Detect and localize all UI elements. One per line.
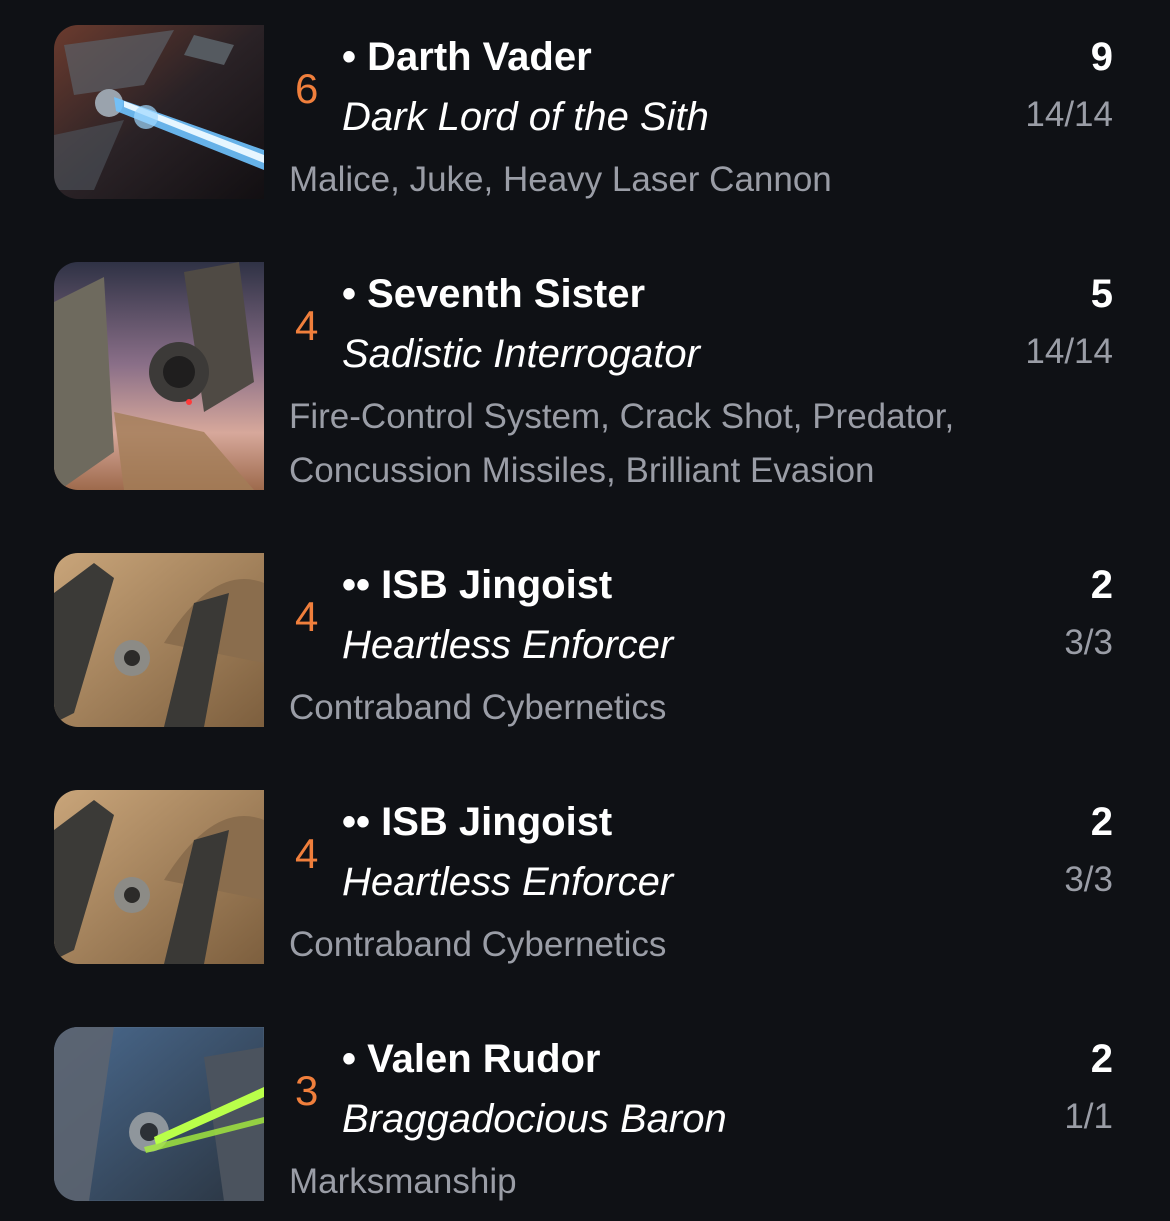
pilot-title: Sadistic Interrogator <box>342 332 700 376</box>
pilot-name: • Seventh Sister <box>342 272 646 316</box>
loadout-points: 3/3 <box>1064 860 1113 899</box>
initiative-value: 3 <box>295 1067 319 1114</box>
pilot-art-image <box>54 553 264 727</box>
pilot-cost: 9 <box>1090 35 1113 79</box>
upgrade-list: Fire-Control System, Crack Shot, Predato… <box>289 397 955 490</box>
initiative-value: 4 <box>295 593 319 640</box>
pilot-cost: 2 <box>1090 800 1113 844</box>
pilot-row[interactable]: 3 • Valen Rudor Braggadocious Baron Mark… <box>0 1027 1170 1202</box>
pilot-art-image <box>54 25 264 199</box>
pilot-name: •• ISB Jingoist <box>342 563 613 607</box>
pilot-row[interactable]: 4 • Seventh Sister Sadistic Interrogator… <box>0 262 1170 497</box>
pilot-cost: 5 <box>1090 272 1113 316</box>
pilot-cost: 2 <box>1090 563 1113 607</box>
upgrade-list: Malice, Juke, Heavy Laser Cannon <box>289 160 832 199</box>
pilot-title: Dark Lord of the Sith <box>342 95 709 139</box>
initiative-value: 4 <box>295 302 319 349</box>
upgrade-list: Marksmanship <box>289 1162 517 1201</box>
initiative-value: 6 <box>295 65 319 112</box>
pilot-name: •• ISB Jingoist <box>342 800 613 844</box>
pilot-title: Heartless Enforcer <box>342 860 674 904</box>
pilot-row[interactable]: 4 •• ISB Jingoist Heartless Enforcer Con… <box>0 553 1170 728</box>
upgrade-list: Contraband Cybernetics <box>289 688 667 727</box>
pilot-art-image <box>54 262 264 490</box>
pilot-name: • Valen Rudor <box>342 1037 601 1081</box>
pilot-row[interactable]: 6 • Darth Vader Dark Lord of the Sith Ma… <box>0 25 1170 200</box>
upgrade-list: Contraband Cybernetics <box>289 925 667 964</box>
pilot-art-image <box>54 1027 264 1201</box>
pilot-title: Heartless Enforcer <box>342 623 674 667</box>
pilot-name: • Darth Vader <box>342 35 592 79</box>
pilot-title: Braggadocious Baron <box>342 1097 727 1141</box>
loadout-points: 14/14 <box>1025 332 1113 371</box>
pilot-row[interactable]: 4 •• ISB Jingoist Heartless Enforcer Con… <box>0 790 1170 965</box>
pilot-art-image <box>54 790 264 964</box>
loadout-points: 3/3 <box>1064 623 1113 662</box>
pilot-cost: 2 <box>1090 1037 1113 1081</box>
loadout-points: 14/14 <box>1025 95 1113 134</box>
loadout-points: 1/1 <box>1064 1097 1113 1136</box>
initiative-value: 4 <box>295 830 319 877</box>
